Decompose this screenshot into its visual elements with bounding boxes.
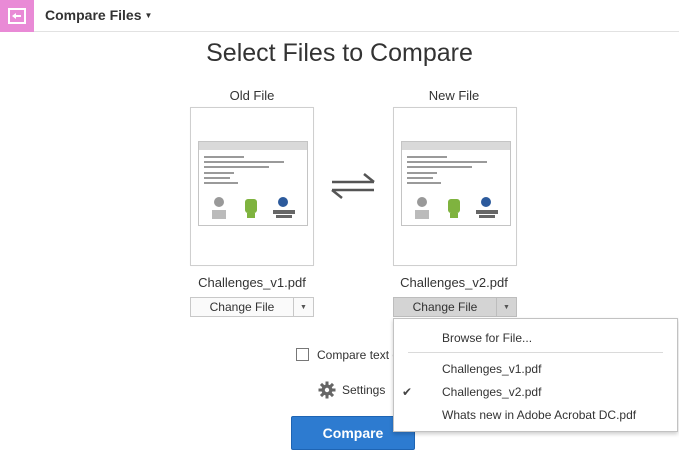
- menu-item-browse[interactable]: Browse for File...: [394, 327, 677, 349]
- chevron-down-icon[interactable]: ▼: [293, 298, 313, 316]
- gear-icon: [318, 381, 336, 399]
- new-file-page-preview: [401, 141, 511, 226]
- compare-files-icon[interactable]: [0, 0, 34, 32]
- old-file-change-button: Change File ▼: [190, 297, 314, 317]
- checkmark-icon: ✔: [402, 385, 413, 399]
- compare-text-checkbox[interactable]: [296, 348, 309, 361]
- old-file-label: Old File: [229, 88, 275, 103]
- caret-down-icon: ▼: [144, 11, 153, 20]
- chevron-down-icon[interactable]: ▼: [496, 298, 516, 316]
- old-file-thumbnail[interactable]: [190, 107, 314, 266]
- toolbar: Compare Files ▼: [0, 0, 679, 32]
- old-file-name: Challenges_v1.pdf: [198, 275, 306, 290]
- menu-item-recent[interactable]: ✔ Challenges_v2.pdf: [394, 381, 677, 403]
- menu-item-label: Browse for File...: [442, 331, 533, 345]
- menu-separator: [408, 352, 663, 353]
- settings-link[interactable]: Settings: [318, 381, 385, 399]
- page-title: Select Files to Compare: [206, 39, 473, 67]
- swap-arrows-icon[interactable]: [330, 172, 376, 200]
- settings-label: Settings: [342, 383, 386, 397]
- menu-item-label: Whats new in Adobe Acrobat DC.pdf: [442, 408, 637, 422]
- tool-title: Compare Files: [45, 7, 142, 23]
- old-file-page-preview: [198, 141, 308, 226]
- new-file-change-button: Change File ▼: [393, 297, 517, 317]
- menu-item-label: Challenges_v2.pdf: [442, 385, 542, 399]
- menu-item-label: Challenges_v1.pdf: [442, 362, 542, 376]
- old-file-change-main[interactable]: Change File: [191, 298, 293, 316]
- compare-text-label: Compare text o: [317, 348, 397, 362]
- tool-title-dropdown[interactable]: Compare Files ▼: [45, 7, 152, 23]
- change-file-menu: Browse for File... Challenges_v1.pdf ✔ C…: [393, 318, 678, 432]
- menu-item-recent[interactable]: Challenges_v1.pdf: [394, 358, 677, 380]
- new-file-thumbnail[interactable]: [393, 107, 517, 266]
- new-file-label: New File: [428, 88, 480, 103]
- new-file-name: Challenges_v2.pdf: [400, 275, 508, 290]
- new-file-change-main[interactable]: Change File: [394, 298, 496, 316]
- menu-item-recent[interactable]: Whats new in Adobe Acrobat DC.pdf: [394, 404, 677, 426]
